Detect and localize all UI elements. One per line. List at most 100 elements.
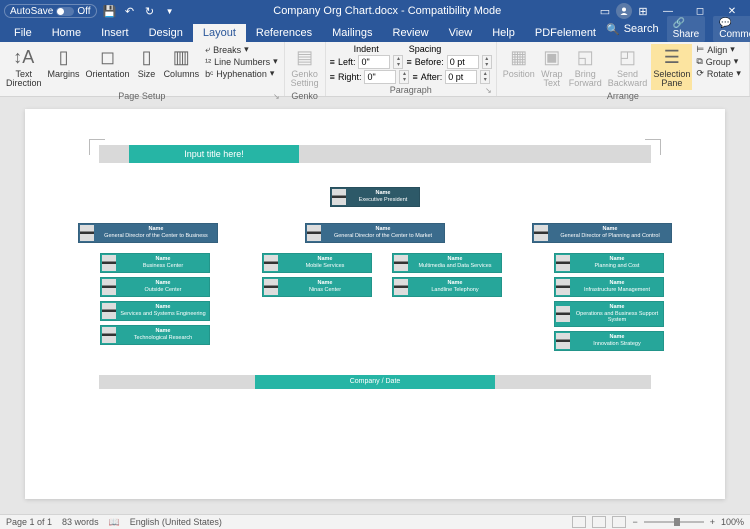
- tab-layout[interactable]: Layout: [193, 24, 246, 42]
- text-direction-button[interactable]: ↕AText Direction: [4, 44, 44, 90]
- status-language[interactable]: English (United States): [130, 517, 222, 527]
- avatar-icon: [264, 255, 278, 271]
- indent-left-spinner[interactable]: ▴▾: [393, 55, 403, 69]
- avatar-icon: [394, 279, 408, 295]
- page-setup-launcher[interactable]: ↘: [273, 92, 280, 101]
- undo-icon[interactable]: ↶: [123, 4, 137, 18]
- org-node-sub[interactable]: NameServices and Systems Engineering: [100, 301, 210, 321]
- tab-help[interactable]: Help: [482, 24, 525, 42]
- title-placeholder[interactable]: Input title here!: [129, 145, 299, 163]
- hyphenation-button[interactable]: bᶜ Hyphenation ▾: [203, 68, 280, 79]
- crop-mark-icon: [89, 139, 105, 155]
- org-node-director[interactable]: NameGeneral Director of the Center to Ma…: [305, 223, 445, 243]
- org-node-sub[interactable]: NameOperations and Business Support Syst…: [554, 301, 664, 327]
- org-node-sub[interactable]: NameBusiness Center: [100, 253, 210, 273]
- crop-mark-icon: [645, 139, 661, 155]
- rotate-button: ⟳ Rotate ▾: [694, 68, 743, 79]
- zoom-in-button[interactable]: +: [710, 517, 715, 527]
- indent-right-input[interactable]: [364, 70, 396, 84]
- org-node-sub[interactable]: NameTechnological Research: [100, 325, 210, 345]
- spacing-before-icon: ≡: [406, 57, 411, 67]
- avatar-icon: [102, 327, 116, 343]
- tab-pdfelement[interactable]: PDFelement: [525, 24, 606, 42]
- avatar-icon: [556, 333, 570, 349]
- breaks-button[interactable]: ⤶ Breaks ▾: [203, 44, 280, 55]
- print-layout-button[interactable]: [592, 516, 606, 528]
- indent-header: Indent: [354, 44, 379, 54]
- org-node-president[interactable]: NameExecutive President: [330, 187, 420, 207]
- columns-button[interactable]: ▥Columns: [162, 44, 202, 81]
- tab-file[interactable]: File: [4, 24, 42, 42]
- align-button[interactable]: ⊨ Align ▾: [694, 44, 743, 55]
- avatar-icon: [332, 189, 346, 205]
- tab-references[interactable]: References: [246, 24, 322, 42]
- status-page[interactable]: Page 1 of 1: [6, 517, 52, 527]
- indent-right-icon: ≡: [330, 72, 335, 82]
- org-node-sub[interactable]: NameInfrastructure Management: [554, 277, 664, 297]
- avatar-icon: [102, 279, 116, 295]
- org-node-sub[interactable]: NameInnovation Strategy: [554, 331, 664, 351]
- spacing-after-spinner[interactable]: ▴▾: [480, 70, 490, 84]
- share-button[interactable]: 🔗 Share: [667, 16, 706, 42]
- avatar-icon: [556, 306, 570, 322]
- indent-right-spinner[interactable]: ▴▾: [399, 70, 409, 84]
- line-numbers-button[interactable]: ¹² Line Numbers ▾: [203, 56, 280, 67]
- zoom-out-button[interactable]: −: [632, 517, 637, 527]
- tab-review[interactable]: Review: [383, 24, 439, 42]
- tab-mailings[interactable]: Mailings: [322, 24, 382, 42]
- indent-left-icon: ≡: [330, 57, 335, 67]
- footer-label[interactable]: Company / Date: [255, 375, 495, 389]
- org-node-sub[interactable]: NameLandline Telephony: [392, 277, 502, 297]
- paragraph-launcher[interactable]: ↘: [485, 86, 492, 95]
- tab-design[interactable]: Design: [139, 24, 193, 42]
- org-node-sub[interactable]: NameMobile Services: [262, 253, 372, 273]
- avatar-icon: [80, 225, 94, 241]
- org-node-sub[interactable]: NamePlanning and Cost: [554, 253, 664, 273]
- status-words[interactable]: 83 words: [62, 517, 99, 527]
- selection-pane-button[interactable]: ☰Selection Pane: [651, 44, 692, 90]
- avatar-icon: [102, 303, 116, 319]
- size-button[interactable]: ▯Size: [134, 44, 160, 81]
- tab-insert[interactable]: Insert: [91, 24, 139, 42]
- autosave-toggle[interactable]: AutoSave Off: [4, 4, 97, 18]
- tab-view[interactable]: View: [439, 24, 483, 42]
- document-area[interactable]: Input title here! NameExecutive Presiden…: [0, 97, 750, 514]
- org-node-sub[interactable]: NameNinas Center: [262, 277, 372, 297]
- document-title: Company Org Chart.docx - Compatibility M…: [177, 5, 598, 17]
- zoom-level[interactable]: 100%: [721, 517, 744, 527]
- indent-left-input[interactable]: [358, 55, 390, 69]
- title-bar-segment: [299, 145, 651, 163]
- genko-setting-button: ▤Genko Setting: [289, 44, 321, 90]
- spacing-after-input[interactable]: [445, 70, 477, 84]
- save-icon[interactable]: 💾: [103, 4, 117, 18]
- avatar-icon: [102, 255, 116, 271]
- avatar-icon: [556, 279, 570, 295]
- web-layout-button[interactable]: [612, 516, 626, 528]
- avatar-icon: [556, 255, 570, 271]
- paragraph-label: Paragraph↘: [330, 84, 492, 95]
- orientation-button[interactable]: ◻Orientation: [84, 44, 132, 81]
- read-mode-button[interactable]: [572, 516, 586, 528]
- spacing-before-input[interactable]: [447, 55, 479, 69]
- qat-dropdown-icon[interactable]: ▼: [163, 4, 177, 18]
- spacing-before-spinner[interactable]: ▴▾: [482, 55, 492, 69]
- org-node-director[interactable]: NameGeneral Director of the Center to Bu…: [78, 223, 218, 243]
- comments-button[interactable]: 💬 Comments: [713, 16, 750, 42]
- arrange-label: Arrange: [501, 90, 745, 101]
- page-setup-label: Page Setup↘: [4, 90, 280, 101]
- status-proofing-icon[interactable]: 📖: [109, 517, 120, 528]
- margins-button[interactable]: ▯Margins: [46, 44, 82, 81]
- redo-icon[interactable]: ↻: [143, 4, 157, 18]
- spacing-after-icon: ≡: [412, 72, 417, 82]
- genko-label: Genko: [289, 90, 321, 101]
- tab-home[interactable]: Home: [42, 24, 91, 42]
- zoom-slider[interactable]: [644, 521, 704, 523]
- org-node-sub[interactable]: NameOutside Center: [100, 277, 210, 297]
- page[interactable]: Input title here! NameExecutive Presiden…: [25, 109, 725, 499]
- org-node-director[interactable]: NameGeneral Director of Planning and Con…: [532, 223, 672, 243]
- group-button: ⧉ Group ▾: [694, 56, 743, 67]
- footer-bar-segment: [495, 375, 651, 389]
- search-box[interactable]: 🔍 Search: [606, 23, 659, 36]
- org-node-sub[interactable]: NameMultimedia and Data Services: [392, 253, 502, 273]
- position-button: ▦Position: [501, 44, 537, 81]
